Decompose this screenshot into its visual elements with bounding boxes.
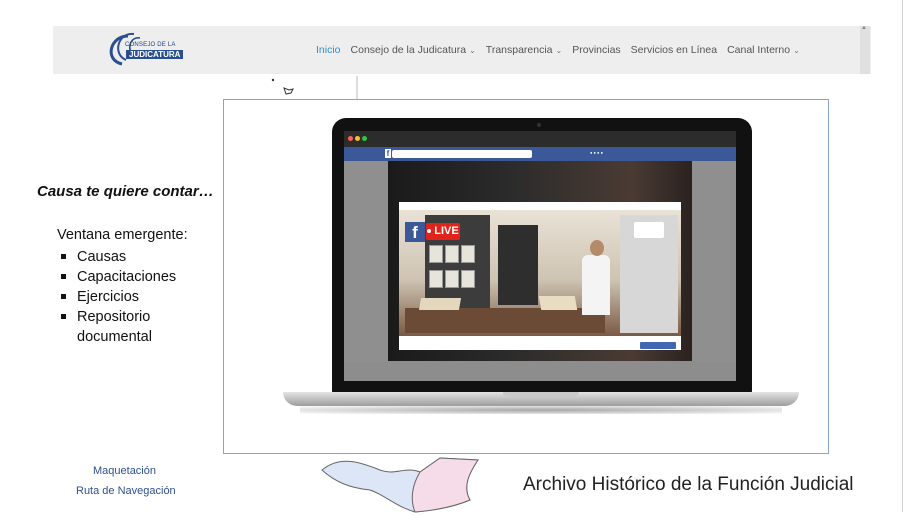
- cabinet-logo: [634, 222, 664, 238]
- archive-box: [445, 245, 459, 263]
- laptop-notch: [503, 392, 579, 397]
- navbar-scrollbar[interactable]: [860, 26, 870, 74]
- nav-servicios-label: Servicios en Línea: [630, 44, 718, 56]
- nav-inicio-label: Inicio: [316, 44, 341, 56]
- list-item: Capacitaciones: [61, 267, 197, 287]
- archive-box: [429, 270, 443, 288]
- page-side-right: [692, 161, 736, 361]
- chevron-down-icon: ⌄: [555, 46, 563, 55]
- ventana-subtitle: Ventana emergente:: [57, 227, 188, 243]
- scroll-up-arrow-icon[interactable]: ▲: [861, 25, 867, 31]
- nav-transparencia[interactable]: Transparencia ⌄: [486, 44, 562, 56]
- live-badge: LIVE: [426, 223, 460, 240]
- archive-box: [461, 245, 475, 263]
- nav-provincias-label: Provincias: [572, 44, 621, 56]
- nav-canal-interno[interactable]: Canal Interno ⌄: [727, 44, 800, 56]
- open-book: [418, 298, 462, 310]
- facebook-nav-icons: ● ● ● ●: [590, 150, 603, 155]
- chevron-down-icon: ⌄: [793, 46, 800, 55]
- facebook-icon: f: [405, 222, 425, 242]
- live-dot-icon: [427, 229, 432, 234]
- nav-consejo[interactable]: Consejo de la Judicatura ⌄: [351, 44, 476, 56]
- maximize-dot-icon: [362, 136, 367, 141]
- nav-transparencia-label: Transparencia: [485, 44, 553, 56]
- causa-heading: Causa te quiere contar…: [37, 183, 214, 200]
- close-dot-icon: [348, 136, 353, 141]
- chevron-down-icon: ⌄: [469, 46, 476, 55]
- logo-line2: JUDICATURA: [126, 50, 184, 59]
- nav-canal-label: Canal Interno: [727, 44, 791, 56]
- presenter-figure: [582, 255, 610, 315]
- laptop-shadow: [300, 406, 782, 414]
- archive-shelf: [498, 225, 538, 305]
- facebook-logo-icon: f: [385, 149, 391, 158]
- archive-box: [445, 270, 459, 288]
- minimize-dot-icon: [355, 136, 360, 141]
- nav-consejo-label: Consejo de la Judicatura: [350, 44, 467, 56]
- nav-provincias[interactable]: Provincias: [572, 44, 620, 56]
- ruta-navegacion-link[interactable]: Ruta de Navegación: [76, 485, 176, 497]
- main-nav: Inicio Consejo de la Judicatura ⌄ Transpa…: [316, 44, 800, 56]
- list-item: Causas: [61, 247, 197, 267]
- nav-servicios[interactable]: Servicios en Línea: [631, 44, 717, 56]
- browser-titlebar: [344, 131, 736, 147]
- logo-line1: CONSEJO DE LA: [125, 42, 176, 48]
- facebook-search-input: [392, 150, 532, 158]
- list-item: Ejercicios: [61, 287, 197, 307]
- camera-icon: [537, 123, 541, 127]
- nav-inicio[interactable]: Inicio: [316, 44, 341, 56]
- archive-box: [429, 245, 443, 263]
- feature-list: Causas Capacitaciones Ejercicios Reposit…: [61, 247, 197, 347]
- presenter-head: [590, 240, 604, 256]
- maquetacion-link[interactable]: Maquetación: [93, 465, 156, 477]
- live-label: LIVE: [434, 225, 459, 237]
- video-action-button[interactable]: [640, 342, 676, 349]
- archivo-title: Archivo Histórico de la Función Judicial: [523, 474, 854, 495]
- page-footer-strip: [344, 361, 736, 381]
- open-book: [538, 296, 578, 310]
- display-table: [405, 308, 605, 333]
- archive-box: [461, 270, 475, 288]
- list-item: Repositorio documental: [61, 307, 197, 347]
- page-side-left: [344, 161, 388, 361]
